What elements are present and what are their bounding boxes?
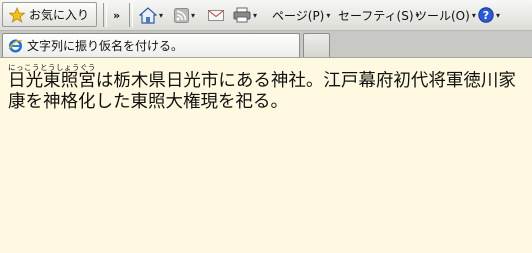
home-dropdown-arrow[interactable]: ▾: [159, 11, 163, 20]
tools-menu-arrow: ▾: [471, 10, 476, 20]
help-dropdown-arrow: ▾: [496, 10, 501, 20]
ruby-annotated-term: 日光東照宮にっこうとうしょうぐう: [8, 63, 96, 91]
page-menu-label: ページ(P): [272, 8, 325, 23]
favorites-button[interactable]: お気に入り: [2, 2, 97, 27]
help-button[interactable]: ? ▾: [478, 0, 500, 30]
toolbar-overflow-chevron[interactable]: »: [113, 0, 120, 30]
new-tab-button[interactable]: [303, 33, 330, 57]
article-paragraph: 日光東照宮にっこうとうしょうぐうは栃木県日光市にある神社。江戸幕府初代将軍徳川家…: [8, 63, 526, 113]
home-icon: [139, 6, 157, 24]
mail-icon: [208, 9, 224, 22]
tab-title: 文字列に振り仮名を付ける。: [27, 39, 184, 53]
ruby-furigana: にっこうとうしょうぐう: [8, 63, 96, 72]
ruby-base-text: 日光東照宮: [8, 71, 96, 91]
page-content: 日光東照宮にっこうとうしょうぐうは栃木県日光市にある神社。江戸幕府初代将軍徳川家…: [0, 58, 532, 253]
help-icon: ?: [478, 7, 494, 23]
safety-menu[interactable]: セーフティ(S) ▾: [338, 0, 420, 30]
tab-current-page[interactable]: 文字列に振り仮名を付ける。: [2, 33, 300, 57]
home-button[interactable]: ▾: [139, 0, 163, 30]
ie-page-icon: [8, 38, 23, 53]
toolbar-separator: [129, 3, 133, 27]
toolbar-separator: [103, 3, 107, 27]
page-menu[interactable]: ページ(P) ▾: [272, 0, 330, 30]
safety-menu-label: セーフティ(S): [338, 8, 414, 23]
feeds-button[interactable]: ▾: [174, 0, 195, 30]
print-dropdown-arrow[interactable]: ▾: [253, 11, 257, 20]
svg-text:?: ?: [483, 9, 489, 22]
feeds-dropdown-arrow[interactable]: ▾: [191, 11, 195, 20]
star-icon: [9, 6, 25, 23]
printer-icon: [233, 7, 251, 23]
print-button[interactable]: ▾: [233, 0, 257, 30]
tab-strip: 文字列に振り仮名を付ける。: [0, 31, 532, 58]
tools-menu-label: ツール(O): [415, 8, 470, 23]
tools-menu[interactable]: ツール(O) ▾: [415, 0, 476, 30]
favorites-label: お気に入り: [29, 8, 90, 22]
read-mail-button[interactable]: [208, 0, 224, 30]
command-bar: お気に入り » ▾ ▾ ▾ ページ(P) ▾ セーフティ(S) ▾ ツール(O)…: [0, 0, 532, 31]
rss-feed-icon: [174, 7, 189, 23]
page-menu-arrow: ▾: [326, 10, 331, 20]
